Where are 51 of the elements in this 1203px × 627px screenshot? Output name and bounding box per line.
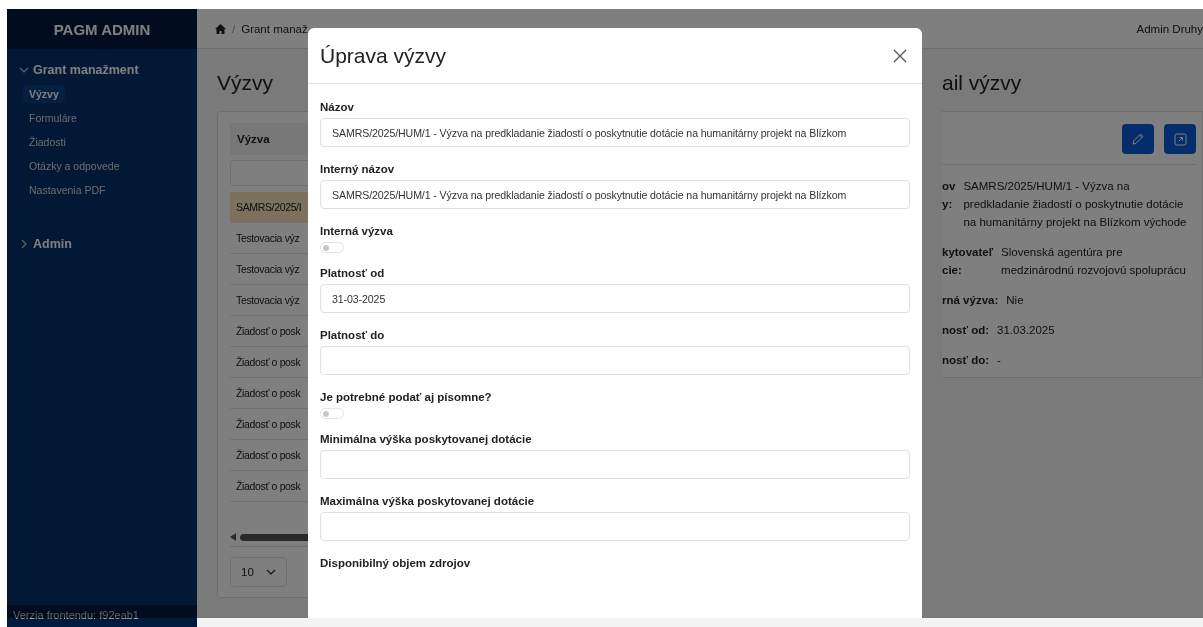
field-label: Názov bbox=[320, 101, 355, 113]
text-field[interactable] bbox=[320, 512, 910, 541]
toggle-switch[interactable] bbox=[320, 242, 344, 253]
field-label: Platnosť od bbox=[320, 267, 386, 279]
field-label: Je potrebné podať aj písomne? bbox=[320, 391, 493, 403]
close-button[interactable] bbox=[892, 47, 908, 64]
page-title: ail výzvy bbox=[942, 71, 1023, 96]
field-label: Disponibilný objem zdrojov bbox=[320, 557, 472, 569]
sidebar-group[interactable]: Grant manažment bbox=[19, 63, 197, 77]
sidebar-item[interactable]: Výzvy bbox=[23, 85, 65, 103]
version-label: Verzia frontendu: f92eab1 bbox=[7, 605, 197, 627]
sidebar-item[interactable]: Nastavenia PDF bbox=[23, 181, 112, 199]
field-label: Interný názov bbox=[320, 163, 396, 175]
breadcrumb-link[interactable]: Grant manaž bbox=[241, 22, 308, 35]
text-field[interactable]: SAMRS/2025/HUM/1 - Výzva na predkladanie žiadostí o poskytnutie dotácie na humanitárny projekt na Blízkom bbox=[320, 118, 910, 147]
text-field[interactable] bbox=[320, 450, 910, 479]
detail-value: Nie bbox=[1006, 293, 1024, 308]
user-name[interactable]: Admin Druhy bbox=[1136, 22, 1203, 35]
chevron-down-icon bbox=[265, 567, 276, 577]
home-icon[interactable] bbox=[215, 23, 226, 34]
detail-label: rná výzva: bbox=[942, 293, 999, 308]
toggle-switch[interactable] bbox=[320, 408, 344, 419]
detail-label: nosť do: bbox=[942, 353, 990, 368]
scroll-left-icon[interactable] bbox=[230, 533, 236, 541]
detail-value: 31.03.2025 bbox=[997, 323, 1055, 338]
detail-label: kytovateľ cie: bbox=[942, 245, 994, 278]
text-field[interactable]: 31-03-2025 bbox=[320, 284, 910, 313]
text-field[interactable]: SAMRS/2025/HUM/1 - Výzva na predkladanie žiadostí o poskytnutie dotácie na humanitárny projekt na Blízkom bbox=[320, 180, 910, 209]
field-label: Interná výzva bbox=[320, 225, 394, 237]
dialog-title: Úprava výzvy bbox=[320, 43, 448, 68]
detail-value: SAMRS/2025/HUM/1 - Výzva na predkladanie žiadostí o poskytnutie dotácie na humanitárny projekt na Blízkom východe bbox=[963, 179, 1188, 230]
sidebar-group[interactable]: Admin bbox=[19, 237, 197, 251]
breadcrumb-separator: / bbox=[232, 22, 236, 35]
detail-label: nosť od: bbox=[942, 323, 990, 338]
page-title: Výzvy bbox=[217, 71, 274, 96]
detail-value: - bbox=[997, 353, 1001, 368]
edit-button[interactable] bbox=[1122, 124, 1154, 154]
detail-value: Slovenská agentúra pre medzinárodnú rozvojovú spoluprácu bbox=[1001, 245, 1187, 278]
pencil-icon bbox=[1132, 133, 1144, 145]
sidebar-item[interactable]: Formuláre bbox=[23, 109, 83, 127]
app-logo: PAGM ADMIN bbox=[7, 9, 197, 49]
field-label: Platnosť do bbox=[320, 329, 386, 341]
sidebar-item[interactable]: Žiadosti bbox=[23, 133, 72, 151]
external-link-icon bbox=[1173, 132, 1187, 146]
detail-label: ov y: bbox=[942, 179, 956, 212]
field-label: Minimálna výška poskytovanej dotácie bbox=[320, 433, 533, 445]
sidebar-item[interactable]: Otázky a odpovede bbox=[23, 157, 126, 175]
page-size-select[interactable]: 10 bbox=[230, 557, 287, 587]
field-label: Maximálna výška poskytovanej dotácie bbox=[320, 495, 536, 507]
open-external-button[interactable] bbox=[1164, 124, 1196, 154]
text-field[interactable] bbox=[320, 346, 910, 375]
